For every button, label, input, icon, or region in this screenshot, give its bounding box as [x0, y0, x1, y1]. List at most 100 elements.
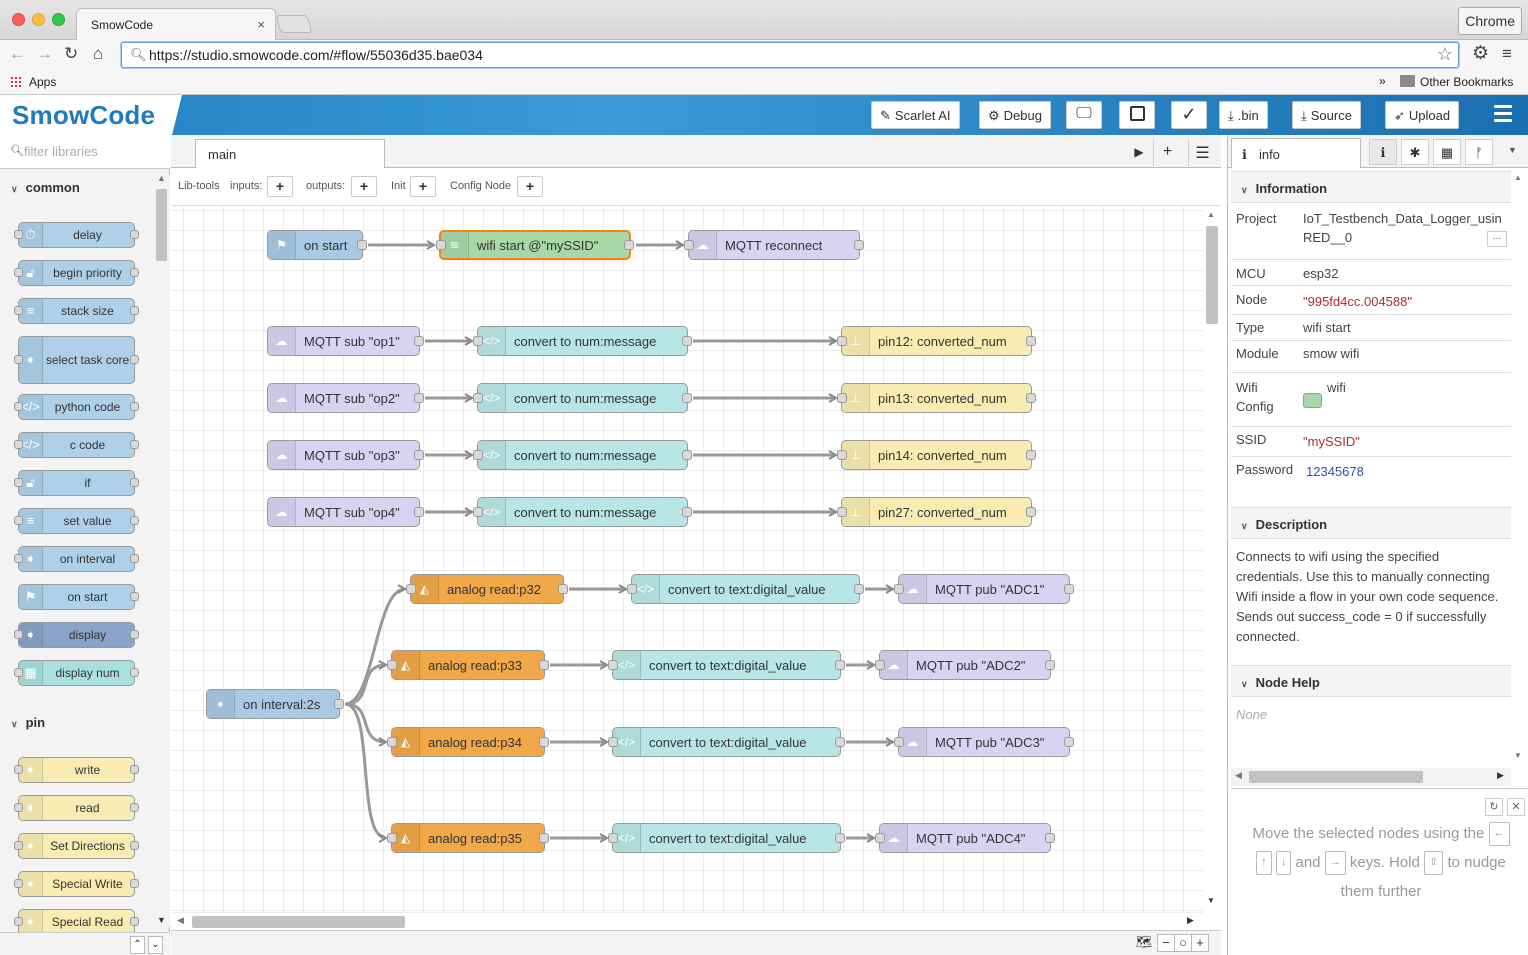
output-port[interactable] — [558, 584, 568, 594]
output-port[interactable] — [1026, 336, 1036, 346]
flow-node-conv-text[interactable]: </> convert to text:digital_value — [608, 650, 845, 680]
tab-info[interactable]: ℹ info — [1231, 138, 1361, 168]
input-port[interactable] — [14, 917, 23, 926]
forward-icon[interactable]: → — [36, 44, 53, 64]
save-button[interactable] — [1119, 101, 1155, 129]
input-port[interactable] — [608, 833, 618, 843]
output-port[interactable] — [130, 668, 139, 677]
flow-node-pub3[interactable]: ☁ MQTT pub "ADC3" — [894, 727, 1074, 757]
output-port[interactable] — [682, 507, 692, 517]
flow-node-on-start[interactable]: ⚑ on start — [267, 230, 367, 260]
input-port[interactable] — [14, 554, 23, 563]
flow-node-conv-text[interactable]: </> convert to text:digital_value — [608, 727, 845, 757]
new-tab-button[interactable] — [275, 15, 313, 33]
input-port[interactable] — [14, 803, 23, 812]
scroll-right-icon[interactable]: ▶ — [1187, 915, 1194, 926]
output-port[interactable] — [1026, 450, 1036, 460]
scroll-up-icon[interactable]: ▲ — [1207, 210, 1215, 219]
input-port[interactable] — [837, 393, 847, 403]
collapse-all-icon[interactable]: ⌃ — [130, 936, 145, 954]
tab-list-icon[interactable]: ☰ — [1188, 139, 1216, 166]
output-port[interactable] — [682, 336, 692, 346]
input-port[interactable] — [473, 393, 483, 403]
output-port[interactable] — [130, 230, 139, 239]
output-port[interactable] — [130, 917, 139, 926]
add-input-button[interactable]: + — [267, 176, 293, 197]
maximize-window-button[interactable] — [52, 13, 65, 26]
flow-wire[interactable] — [344, 587, 406, 706]
add-tab-icon[interactable]: + — [1153, 139, 1181, 166]
flow-wire[interactable] — [344, 663, 387, 706]
scroll-up-icon[interactable]: ▲ — [1514, 173, 1522, 182]
back-icon[interactable]: ← — [9, 44, 26, 64]
input-port[interactable] — [473, 336, 483, 346]
input-port[interactable] — [608, 737, 618, 747]
node-help-section-header[interactable]: ∨ Node Help — [1231, 665, 1511, 697]
output-port[interactable] — [414, 336, 424, 346]
input-port[interactable] — [473, 507, 483, 517]
input-port[interactable] — [608, 660, 618, 670]
gear-icon[interactable]: ⚙ — [1472, 42, 1489, 65]
output-port[interactable] — [1045, 660, 1055, 670]
flow-node-ar35[interactable]: ◭ analog read:p35 — [387, 823, 549, 853]
debug-bug-icon[interactable]: ✱ — [1401, 139, 1429, 165]
palette-node[interactable]: ➧ display — [14, 622, 139, 648]
bookmark-star-icon[interactable]: ☆ — [1437, 44, 1453, 65]
add-config-node-button[interactable]: + — [517, 176, 543, 197]
flow-node-conv-text[interactable]: </> convert to text:digital_value — [608, 823, 845, 853]
output-port[interactable] — [130, 268, 139, 277]
home-icon[interactable]: ⌂ — [93, 44, 103, 64]
input-port[interactable] — [14, 765, 23, 774]
bookmarks-overflow[interactable]: » — [1379, 74, 1386, 88]
zoom-reset-icon[interactable]: ○ — [1174, 934, 1192, 952]
flow-node-pin13[interactable]: ⊥ pin13: converted_num — [837, 383, 1036, 413]
filter-libraries-input[interactable]: 🔍︎ filter libraries — [0, 135, 170, 169]
git-branch-icon[interactable]: ᚠ — [1465, 139, 1493, 165]
palette-node[interactable]: ➧ select task core — [14, 336, 139, 384]
scarlet-ai-button[interactable]: ✎ Scarlet AI — [871, 101, 960, 129]
input-port[interactable] — [875, 833, 885, 843]
input-port[interactable] — [14, 230, 23, 239]
palette-node[interactable]: ▦ display num — [14, 660, 139, 686]
scroll-left-icon[interactable]: ◀ — [177, 915, 184, 926]
palette-node[interactable]: ≡ set value — [14, 508, 139, 534]
input-port[interactable] — [14, 516, 23, 525]
output-port[interactable] — [539, 660, 549, 670]
canvas-horizontal-scrollbar[interactable]: ◀ ▶ — [171, 912, 1203, 930]
address-bar[interactable]: 🔍︎ https://studio.smowcode.com/#flow/550… — [121, 42, 1459, 68]
flow-node-mqtt-reconnect[interactable]: ☁ MQTT reconnect — [684, 230, 864, 260]
scroll-right-icon[interactable]: ▶ — [1497, 770, 1504, 781]
tab-scroll-right-icon[interactable]: ▶ — [1125, 139, 1153, 166]
upload-button[interactable]: ➶ Upload — [1385, 101, 1460, 129]
canvas-hscroll-thumb[interactable] — [192, 916, 405, 928]
output-port[interactable] — [130, 592, 139, 601]
input-port[interactable] — [894, 584, 904, 594]
more-button[interactable]: ··· — [1487, 231, 1507, 247]
output-port[interactable] — [854, 584, 864, 594]
input-port[interactable] — [473, 450, 483, 460]
scroll-down-icon[interactable]: ▼ — [1514, 751, 1522, 760]
close-icon[interactable]: ✕ — [1507, 798, 1525, 816]
output-port[interactable] — [130, 554, 139, 563]
scroll-left-icon[interactable]: ◀ — [1235, 770, 1242, 781]
chrome-profile-button[interactable]: Chrome — [1458, 7, 1522, 35]
input-port[interactable] — [387, 660, 397, 670]
input-port[interactable] — [875, 660, 885, 670]
palette-category-1[interactable]: ∨ pin — [0, 706, 152, 738]
palette-node[interactable]: </> python code — [14, 394, 139, 420]
flow-node-pub4[interactable]: ☁ MQTT pub "ADC4" — [875, 823, 1055, 853]
flow-node-conv-num[interactable]: </> convert to num:message — [473, 326, 692, 356]
flow-node-ar33[interactable]: ◭ analog read:p33 — [387, 650, 549, 680]
input-port[interactable] — [436, 240, 446, 250]
canvas-vertical-scrollbar[interactable]: ▲ ▼ — [1203, 206, 1221, 912]
input-port[interactable] — [14, 440, 23, 449]
flow-node-pub1[interactable]: ☁ MQTT pub "ADC1" — [894, 574, 1074, 604]
add-init-button[interactable]: + — [410, 176, 436, 197]
flow-node-conv-num[interactable]: </> convert to num:message — [473, 497, 692, 527]
output-port[interactable] — [1064, 737, 1074, 747]
expand-all-icon[interactable]: ⌄ — [148, 936, 163, 954]
flow-wire[interactable] — [344, 702, 387, 744]
output-port[interactable] — [539, 833, 549, 843]
input-port[interactable] — [14, 668, 23, 677]
flow-node-pub2[interactable]: ☁ MQTT pub "ADC2" — [875, 650, 1055, 680]
